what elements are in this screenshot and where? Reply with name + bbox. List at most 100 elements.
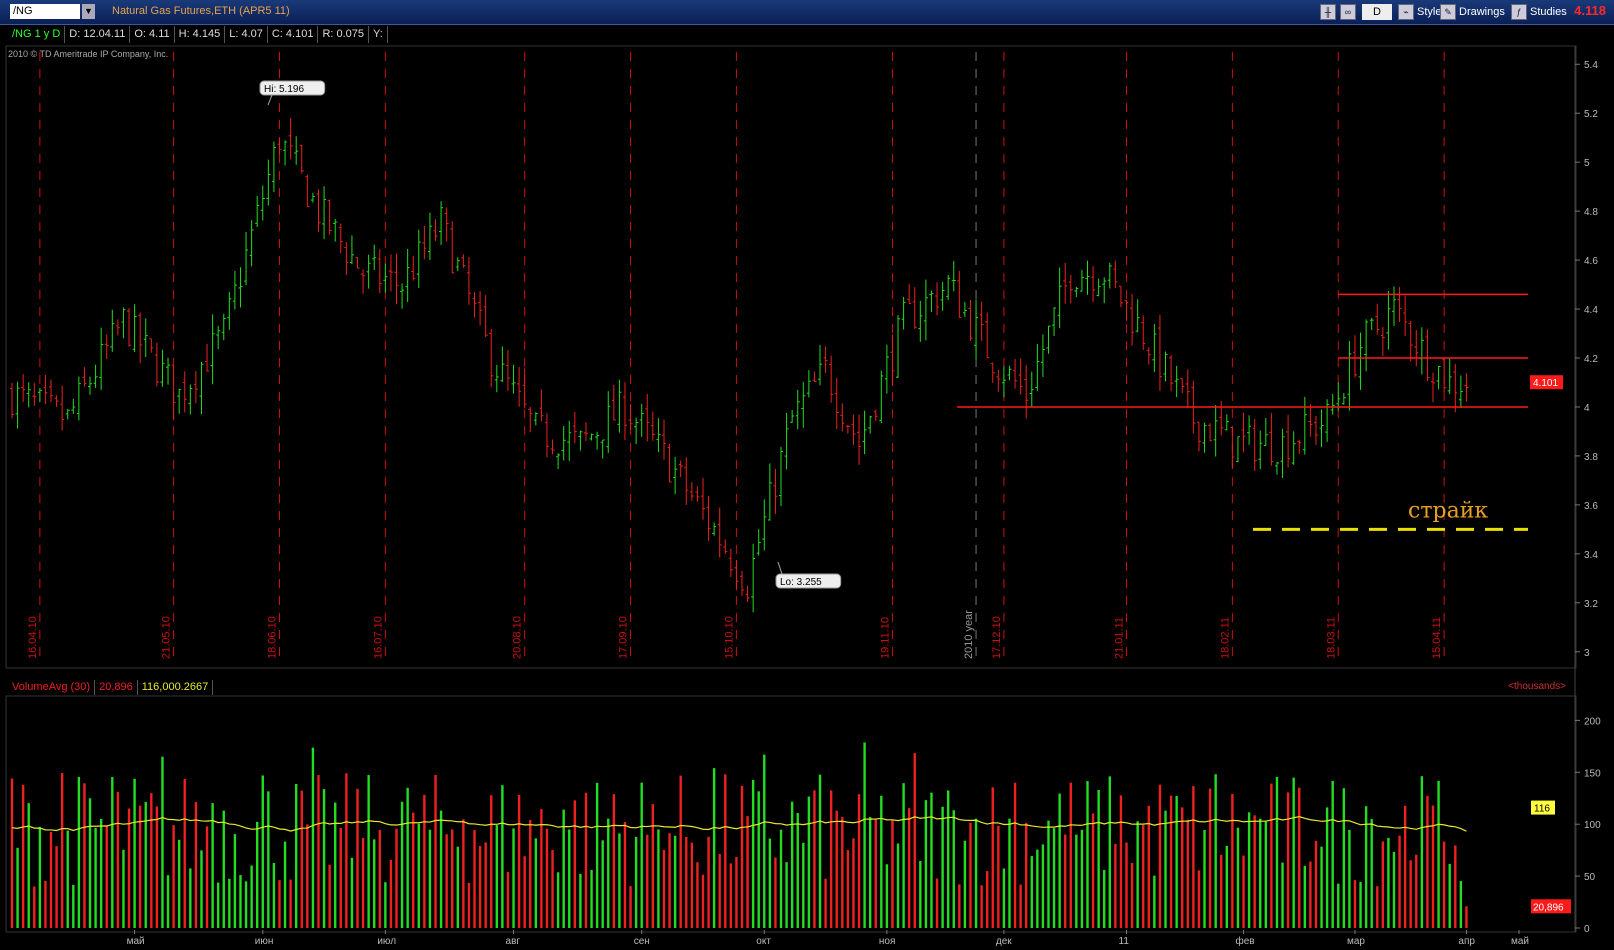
volume-bar [562,809,565,928]
volume-bar [267,791,270,928]
volume-bar [573,800,577,928]
volume-bar [763,754,766,928]
volume-bar [228,878,231,928]
volume-bar [150,793,153,928]
volume-bar [946,790,950,928]
volume-bar [1353,880,1357,928]
volume-bar [1214,774,1217,928]
volume-bar [829,790,833,928]
volume-bar [952,810,955,928]
volume-bar [584,792,588,928]
volume-bar [328,864,331,928]
volume-bar [779,829,783,928]
volume-bar [974,818,978,928]
month-label: фев [1236,935,1255,947]
price-tick-label: 3.6 [1584,501,1598,512]
volume-bar [395,828,398,928]
volume-bar [724,774,727,928]
price-tick-label: 5 [1584,158,1590,169]
volume-bar [166,875,170,928]
price-tick-label: 3.2 [1584,599,1598,610]
volume-bar [913,753,916,928]
date-marker-label: 18.03.11 [1325,617,1337,659]
volume-bar [222,810,225,928]
volume-bar [863,742,866,928]
volume-bar [233,834,237,928]
price-tick-label: 3 [1584,648,1590,659]
volume-bar [1075,834,1078,928]
price-tick-label: 4.8 [1584,207,1598,218]
volume-bar [177,839,181,928]
volume-bar [885,864,889,928]
volume-bar [646,834,649,928]
volume-bar [1047,820,1050,928]
volume-bar [1275,776,1279,928]
volume-bar [1175,796,1178,928]
volume-bar [880,795,883,928]
volume-bar [77,776,81,928]
volume-bar [1348,829,1351,928]
volume-bar [1203,829,1206,928]
volume-bar [1153,875,1156,928]
volume-bar [456,846,460,928]
volume-bar [701,874,705,928]
volume-bar [300,790,303,928]
volume-bar [802,842,805,928]
volume-bar [707,836,710,928]
volume-bar [138,805,142,928]
volume-bar [1052,828,1056,928]
volume-bar [523,856,526,928]
volume-bar [1130,862,1134,928]
volume-bar [607,818,610,928]
volume-bar [172,825,175,928]
volume-bar [1431,805,1435,928]
volume-bar [740,785,744,928]
volume-bar [935,878,939,928]
strike-label: страйк [1408,498,1488,523]
date-marker-label: 16.07.10 [372,616,384,659]
volume-bar [1208,788,1212,928]
volume-bar [1024,822,1028,928]
volume-bar [1286,792,1290,928]
volume-bar [239,875,242,928]
volume-bar [501,785,504,928]
volume-bar [907,808,911,928]
price-volume-chart[interactable]: 5.4 5.2 5 4.8 4.6 4.4 4.2 4 3.8 3.6 3.4 3.2 3 200 150 1… [0,0,1614,950]
volume-bar [1086,781,1089,928]
volume-bar [1387,837,1390,928]
volume-bar [980,885,983,928]
volume-bar [1359,881,1362,928]
volume-bar [205,826,209,928]
volume-bar [412,812,415,928]
volume-bar [1247,812,1251,928]
volume-bar [757,791,760,928]
volume-bar [495,825,499,928]
month-label: сен [634,936,650,947]
volume-bar [690,842,694,928]
volume-bar [111,777,114,928]
volume-bar [1058,793,1061,928]
year-marker-label: 2010 year [963,610,975,659]
volume-bar [127,808,131,928]
volume-bar [1264,821,1268,928]
date-marker-label: 16.04.10 [27,616,39,659]
volume-bar [294,783,298,928]
volume-bar [785,862,788,928]
volume-bar [27,803,30,928]
volume-bar [774,857,777,928]
volume-bar [1259,818,1262,928]
volume-bar [250,865,253,928]
volume-bar [1448,863,1451,928]
volume-bar [1013,782,1017,928]
volume-bar [634,836,638,928]
volume-bar [1030,856,1033,928]
volume-bar [751,779,755,928]
volume-bar [712,768,716,928]
volume-bar [99,818,103,928]
volume-bar [551,850,554,928]
date-marker-label: 19.11.10 [879,617,891,659]
lo-label-text: Lo: 3.255 [780,577,822,588]
volume-bar [417,823,420,928]
volume-avg-tag-text: 116 [1534,804,1550,815]
date-marker-label: 21.01.11 [1114,617,1126,659]
